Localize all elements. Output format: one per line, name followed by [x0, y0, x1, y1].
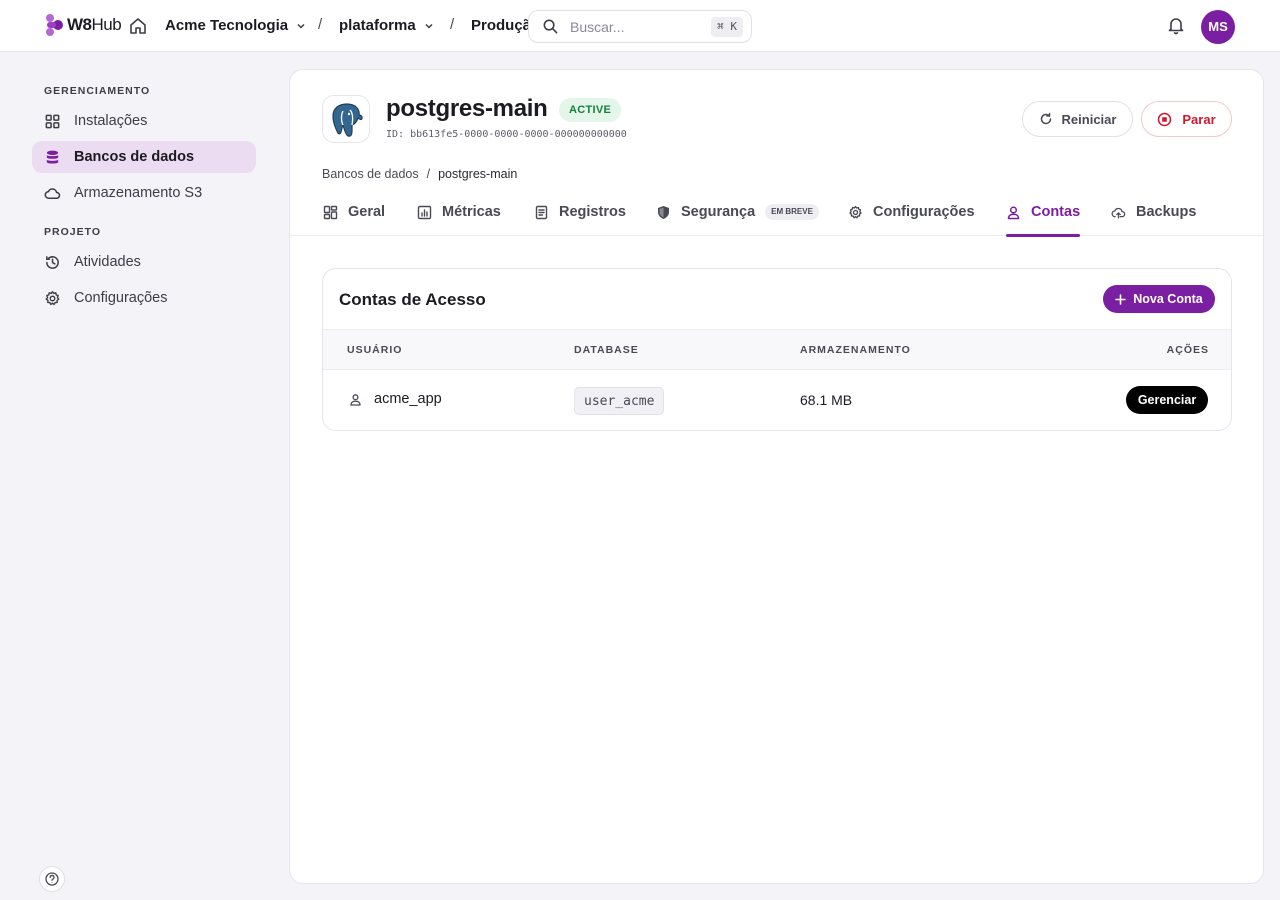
accounts-card: Contas de Acesso Nova Conta USUÁRIO DATA…: [322, 268, 1232, 431]
tab-bar: Geral Métricas Registros Segurança EM BR…: [290, 188, 1263, 237]
database-icon: [46, 150, 59, 163]
logo-text-bold: W8: [67, 15, 92, 34]
help-icon: [45, 872, 59, 886]
sidebar-item-label: Atividades: [74, 254, 141, 270]
sidebar-item-activities[interactable]: Atividades: [32, 246, 256, 278]
tab-label: Métricas: [442, 204, 501, 220]
tab-metrics[interactable]: Métricas: [417, 188, 501, 236]
manage-button[interactable]: Gerenciar: [1126, 386, 1208, 414]
search-bar[interactable]: Buscar... ⌘ K: [528, 10, 752, 43]
restart-label: Reiniciar: [1061, 111, 1117, 127]
postgres-elephant-icon: [332, 103, 363, 137]
database-id: ID: bb613fe5-0000-0000-0000-000000000000: [386, 129, 627, 140]
project-name: plataforma: [339, 17, 416, 34]
project-switcher[interactable]: plataforma: [339, 17, 435, 34]
org-switcher[interactable]: Acme Tecnologia: [165, 17, 307, 34]
logo[interactable]: W8Hub: [44, 13, 122, 37]
column-header-actions: AÇÕES: [1166, 344, 1209, 356]
tab-label: Geral: [348, 204, 386, 220]
sidebar-item-databases[interactable]: Bancos de dados: [32, 141, 256, 173]
user-icon: [1007, 205, 1020, 219]
tab-label: Segurança: [681, 204, 756, 220]
cloud-upload-icon: [1111, 207, 1126, 219]
org-name: Acme Tecnologia: [165, 17, 289, 34]
table-header: USUÁRIO DATABASE ARMAZENAMENTO AÇÕES: [323, 329, 1231, 370]
sidebar-section-project: PROJETO: [44, 226, 101, 238]
sidebar-item-settings[interactable]: Configurações: [32, 282, 256, 314]
gear-icon: [849, 205, 862, 218]
tab-settings[interactable]: Configurações: [848, 188, 975, 236]
breadcrumb: Bancos de dados / postgres-main: [322, 167, 517, 181]
breadcrumb-parent[interactable]: Bancos de dados: [322, 167, 419, 181]
column-header-database: DATABASE: [574, 344, 639, 356]
tab-label: Contas: [1031, 204, 1081, 220]
logs-icon: [535, 205, 548, 219]
sidebar-section-management: GERENCIAMENTO: [44, 85, 151, 97]
tab-accounts[interactable]: Contas: [1006, 188, 1081, 237]
database-chip: user_acme: [574, 387, 665, 415]
sidebar-item-s3-storage[interactable]: Armazenamento S3: [32, 177, 256, 209]
account-username: acme_app: [374, 391, 442, 407]
coming-soon-badge: EM BREVE: [765, 204, 819, 220]
table-row: acme_app user_acme 68.1 MB Gerenciar: [323, 370, 1231, 430]
new-account-button[interactable]: Nova Conta: [1103, 285, 1215, 313]
chevron-down-icon: [425, 23, 433, 29]
bell-icon[interactable]: [1166, 15, 1186, 35]
new-account-label: Nova Conta: [1133, 292, 1203, 306]
database-name: postgres-main: [386, 95, 548, 122]
logo-icon: [46, 14, 63, 36]
plus-icon: [1115, 293, 1127, 305]
accounts-title: Contas de Acesso: [339, 290, 486, 309]
environment-name: Produçã: [471, 17, 529, 34]
tab-backups[interactable]: Backups: [1111, 188, 1196, 236]
dashboard-icon: [323, 205, 338, 219]
storage-value: 68.1 MB: [800, 392, 853, 408]
search-icon: [543, 19, 558, 34]
user-avatar[interactable]: MS: [1201, 10, 1235, 44]
sidebar-item-label: Armazenamento S3: [74, 185, 203, 201]
breadcrumb-current: postgres-main: [438, 167, 518, 181]
search-shortcut: ⌘ K: [711, 17, 743, 37]
user-icon: [350, 393, 361, 406]
breadcrumb-separator: /: [450, 16, 455, 33]
logo-text-thin: Hub: [91, 15, 122, 34]
environment-switcher[interactable]: Produçã: [471, 17, 529, 34]
history-icon: [46, 255, 59, 269]
shield-icon: [658, 205, 669, 219]
refresh-icon: [1040, 112, 1051, 125]
tab-general[interactable]: Geral: [323, 188, 385, 236]
stop-label: Parar: [1182, 111, 1216, 127]
grid-icon: [45, 114, 60, 128]
home-icon[interactable]: [128, 16, 148, 36]
cloud-icon: [44, 187, 61, 199]
column-header-storage: ARMAZENAMENTO: [800, 344, 911, 356]
breadcrumb-separator: /: [318, 16, 323, 33]
restart-button[interactable]: Reiniciar: [1022, 101, 1133, 137]
tab-label: Backups: [1136, 204, 1197, 220]
breadcrumb-separator: /: [426, 167, 431, 181]
stop-circle-icon: [1158, 112, 1172, 126]
search-placeholder: Buscar...: [570, 19, 625, 35]
tab-label: Configurações: [873, 204, 975, 220]
help-button[interactable]: [39, 866, 65, 892]
gear-icon: [45, 290, 60, 305]
sidebar-item-installations[interactable]: Instalações: [32, 105, 256, 137]
user-cell: acme_app: [349, 391, 442, 407]
chevron-down-icon: [297, 23, 305, 29]
sidebar-item-label: Bancos de dados: [74, 149, 195, 165]
main-panel: postgres-main ACTIVE ID: bb613fe5-0000-0…: [289, 69, 1264, 884]
sidebar-item-label: Instalações: [74, 113, 148, 129]
stop-button[interactable]: Parar: [1141, 101, 1232, 137]
top-bar: W8Hub Acme Tecnologia / plataforma / Pro…: [0, 0, 1280, 52]
status-badge: ACTIVE: [559, 98, 622, 122]
chart-icon: [417, 205, 432, 219]
tab-security[interactable]: Segurança EM BREVE: [656, 188, 819, 236]
sidebar-item-label: Configurações: [74, 290, 168, 306]
tab-logs[interactable]: Registros: [534, 188, 626, 236]
postgres-logo: [322, 95, 370, 143]
column-header-user: USUÁRIO: [347, 344, 403, 356]
tab-label: Registros: [559, 204, 626, 220]
